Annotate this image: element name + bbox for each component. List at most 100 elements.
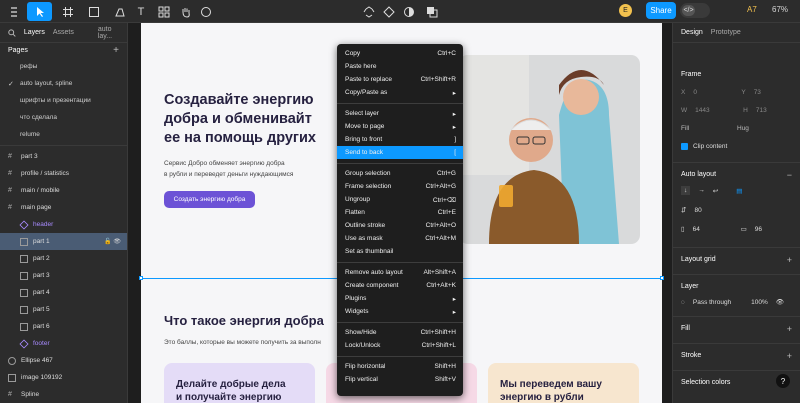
layer-item[interactable]: part 1 🔓 👁 [0, 233, 127, 250]
layer-item[interactable]: # Spline [0, 386, 127, 403]
checkmark-icon: ✓ [8, 80, 14, 88]
add-fill-icon[interactable]: + [787, 324, 792, 334]
y-input[interactable]: 73 [754, 89, 761, 96]
layer-actions-icon[interactable]: 🔓 👁 [104, 238, 121, 245]
menu-item[interactable]: Group selection Ctrl+G [337, 167, 463, 180]
tab-assets[interactable]: Assets [53, 29, 74, 36]
layer-item[interactable]: header [0, 216, 127, 233]
menu-item[interactable]: Use as mask Ctrl+Alt+M [337, 232, 463, 245]
layer-item[interactable]: # main page [0, 199, 127, 216]
menu-item[interactable]: Ungroup Ctrl+⌫ [337, 193, 463, 206]
create-energy-button[interactable]: Создать энергию добра [164, 191, 255, 208]
menu-item[interactable]: Create component Ctrl+Alt+K [337, 279, 463, 292]
horizontal-direction-icon[interactable]: → [698, 187, 705, 194]
boolean-icon[interactable] [421, 2, 443, 21]
menu-item[interactable]: Frame selection Ctrl+Alt+G [337, 180, 463, 193]
hand-tool-icon[interactable] [177, 2, 195, 21]
w-input[interactable]: 1443 [695, 107, 735, 114]
remove-auto-layout-icon[interactable]: − [787, 170, 792, 180]
h-input[interactable]: 713 [756, 107, 767, 114]
menu-item[interactable]: Select layer ▸ [337, 107, 463, 120]
layer-item[interactable]: Ellipse 467 [0, 352, 127, 369]
blend-mode-dropdown[interactable]: Pass through [693, 299, 743, 306]
mask-icon[interactable] [381, 2, 397, 21]
font-warning-label[interactable]: A7 [747, 5, 757, 14]
layer-item[interactable]: # main / mobile [0, 182, 127, 199]
layer-item[interactable]: part 2 [0, 250, 127, 267]
gap-row: ⇵ 80 [681, 206, 792, 215]
search-icon[interactable] [8, 28, 16, 37]
vertical-direction-icon[interactable]: ↓ [681, 186, 691, 195]
clip-checkbox[interactable] [681, 143, 688, 150]
resize-handle[interactable] [139, 276, 143, 280]
alignment-grid[interactable]: ▤ [736, 187, 742, 195]
menu-item[interactable]: Outline stroke Ctrl+Alt+O [337, 219, 463, 232]
layer-item[interactable]: part 4 [0, 284, 127, 301]
menu-item[interactable]: Set as thumbnail [337, 245, 463, 258]
menu-item[interactable]: Flip vertical Shift+V [337, 373, 463, 386]
user-avatar[interactable]: E [619, 4, 632, 17]
resources-icon[interactable] [155, 2, 173, 21]
share-button[interactable]: Share [646, 2, 676, 19]
pen-tool-icon[interactable] [110, 2, 130, 21]
menu-item[interactable]: Widgets ▸ [337, 305, 463, 318]
menu-item[interactable]: Plugins ▸ [337, 292, 463, 305]
layer-item[interactable]: part 6 [0, 318, 127, 335]
menu-item[interactable]: Flatten Ctrl+E [337, 206, 463, 219]
menu-item[interactable]: Lock/Unlock Ctrl+Shift+L [337, 339, 463, 352]
layer-item[interactable]: image 109192 [0, 369, 127, 386]
frame-tool-icon[interactable] [58, 2, 78, 21]
comment-tool-icon[interactable] [197, 2, 215, 21]
page-item[interactable]: ✓ auto layout, spline [0, 75, 127, 92]
opacity-input[interactable]: 100% [751, 299, 768, 306]
page-item[interactable]: шрифты и презентации [0, 92, 127, 109]
vertical-padding-input[interactable]: 96 [755, 226, 762, 233]
layer-item[interactable]: footer [0, 335, 127, 352]
menu-item[interactable]: Bring to front] [337, 133, 463, 146]
menu-item[interactable]: Copy/Paste as ▸ [337, 86, 463, 99]
feature-card[interactable]: Делайте добрые дела и получайте энергию [164, 363, 315, 403]
menu-item[interactable]: Copy Ctrl+C [337, 47, 463, 60]
menu-item[interactable]: Paste to replace Ctrl+Shift+R [337, 73, 463, 86]
menu-item[interactable]: Paste here [337, 60, 463, 73]
fill-resize-dropdown[interactable]: Fill [681, 125, 729, 132]
menu-item[interactable]: Send to back [ [337, 146, 463, 159]
top-toolbar: T E Share </> A7 67% [0, 0, 800, 23]
gap-input[interactable]: 80 [694, 207, 701, 214]
page-item[interactable]: что сделала [0, 109, 127, 126]
layer-item[interactable]: # part 3 [0, 148, 127, 165]
tab-design[interactable]: Design [681, 29, 703, 36]
zoom-level[interactable]: 67% [772, 5, 788, 14]
page-item[interactable]: рефы [0, 58, 127, 75]
add-layout-grid-icon[interactable]: + [787, 255, 792, 265]
add-stroke-icon[interactable]: + [787, 351, 792, 361]
visibility-icon[interactable]: 👁 [776, 298, 784, 306]
dev-mode-toggle[interactable]: </> [680, 3, 710, 18]
layer-item[interactable]: # profile / statistics [0, 165, 127, 182]
layer-item[interactable]: part 3 [0, 267, 127, 284]
menu-item[interactable]: Flip horizontal Shift+H [337, 360, 463, 373]
layer-item[interactable]: part 5 [0, 301, 127, 318]
main-menu-icon[interactable] [6, 2, 22, 21]
feature-card[interactable]: Мы переведем вашу энергию в рубли [488, 363, 639, 403]
menu-item[interactable]: Remove auto layout Alt+Shift+A [337, 266, 463, 279]
tab-layers[interactable]: Layers [24, 29, 45, 36]
menu-item[interactable]: Move to page ▸ [337, 120, 463, 133]
rectangle-tool-icon[interactable] [84, 2, 104, 21]
page-dropdown[interactable]: auto lay... [98, 26, 127, 40]
menu-item[interactable]: Show/Hide Ctrl+Shift+H [337, 326, 463, 339]
page-item[interactable]: relume [0, 126, 127, 143]
wrap-direction-icon[interactable]: ↩ [713, 187, 718, 195]
tab-prototype[interactable]: Prototype [711, 29, 741, 36]
move-tool-icon[interactable] [27, 2, 52, 21]
x-input[interactable]: 0 [693, 89, 733, 96]
horizontal-padding-input[interactable]: 64 [693, 226, 733, 233]
text-tool-icon[interactable]: T [134, 2, 148, 21]
resize-handle[interactable] [660, 276, 664, 280]
contrast-icon[interactable] [401, 2, 417, 21]
component-icon[interactable] [361, 2, 377, 21]
menu-item-label: Frame selection [345, 183, 392, 190]
add-page-icon[interactable]: + [113, 45, 119, 56]
hug-resize-dropdown[interactable]: Hug [737, 125, 749, 132]
help-button[interactable]: ? [776, 374, 790, 388]
